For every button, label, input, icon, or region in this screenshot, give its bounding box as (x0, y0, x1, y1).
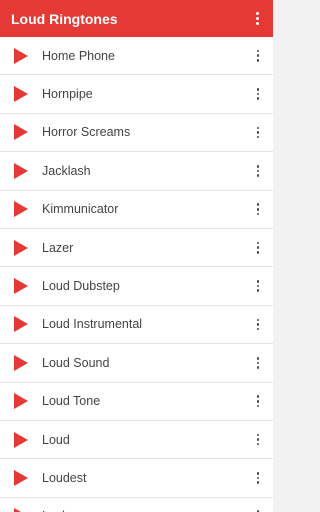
ringtone-name: Loudest (42, 470, 87, 485)
play-icon[interactable] (14, 86, 28, 103)
more-vert-icon[interactable] (253, 392, 263, 410)
more-vert-icon[interactable] (253, 354, 263, 372)
play-icon[interactable] (14, 239, 28, 256)
ringtone-name: Kimmunicator (42, 202, 119, 217)
list-item[interactable]: Kimmunicator (0, 190, 273, 229)
list-item[interactable]: Loud Tone (0, 382, 273, 421)
list-item[interactable]: Loud Dubstep (0, 267, 273, 306)
play-icon[interactable] (14, 393, 28, 410)
play-icon[interactable] (14, 469, 28, 486)
ringtone-name: Loud Instrumental (42, 317, 143, 332)
more-vert-icon[interactable] (253, 315, 263, 333)
play-icon[interactable] (14, 354, 28, 371)
play-icon[interactable] (14, 431, 28, 448)
app-bar: Loud Ringtones (0, 0, 273, 37)
more-vert-icon[interactable] (253, 200, 263, 218)
ringtone-name: Home Phone (42, 48, 115, 63)
app-title: Loud Ringtones (11, 10, 118, 27)
list-item[interactable]: Hornpipe (0, 75, 273, 114)
list-item[interactable]: Jacklash (0, 152, 273, 191)
list-item[interactable]: Loud Instrumental (0, 305, 273, 345)
list-item[interactable]: Horror Screams (0, 113, 273, 153)
ringtone-name: Horror Screams (42, 125, 131, 140)
ringtone-name: Loud Sound (42, 355, 110, 370)
list-item[interactable]: Loud (0, 420, 273, 460)
more-vert-icon[interactable] (253, 277, 263, 295)
list-item[interactable]: Loud Sound (0, 344, 273, 383)
play-icon[interactable] (14, 278, 28, 295)
play-icon[interactable] (14, 508, 28, 512)
more-vert-icon[interactable] (253, 47, 263, 65)
play-icon[interactable] (14, 47, 28, 64)
list-item[interactable]: Home Phone (0, 37, 273, 76)
more-vert-icon[interactable] (253, 239, 263, 257)
ringtone-name: Jacklash (42, 163, 91, 178)
more-vert-icon[interactable] (253, 431, 263, 449)
more-vert-icon[interactable] (253, 85, 263, 103)
more-vert-icon[interactable] (253, 469, 263, 487)
ringtone-list: Home Phone Hornpipe Horror Screams Jacklash… (0, 37, 273, 512)
list-item[interactable]: Lazer (0, 228, 273, 268)
play-icon[interactable] (14, 162, 28, 179)
play-icon[interactable] (14, 201, 28, 218)
ringtone-name: Lazer (42, 240, 74, 255)
ringtone-name: Loud (42, 432, 70, 447)
play-icon[interactable] (14, 124, 28, 141)
more-vert-icon[interactable] (253, 507, 263, 512)
ringtone-name: Loud Dubstep (42, 279, 120, 294)
more-vert-icon[interactable] (253, 123, 263, 141)
ringtone-name: Loud Tone (42, 394, 101, 409)
more-vert-icon[interactable] (253, 162, 263, 180)
list-item[interactable]: Loudest (0, 459, 273, 498)
more-vert-icon[interactable] (247, 7, 267, 31)
play-icon[interactable] (14, 316, 28, 333)
list-item[interactable]: Lucky (0, 497, 273, 512)
ringtone-name: Hornpipe (42, 87, 93, 102)
